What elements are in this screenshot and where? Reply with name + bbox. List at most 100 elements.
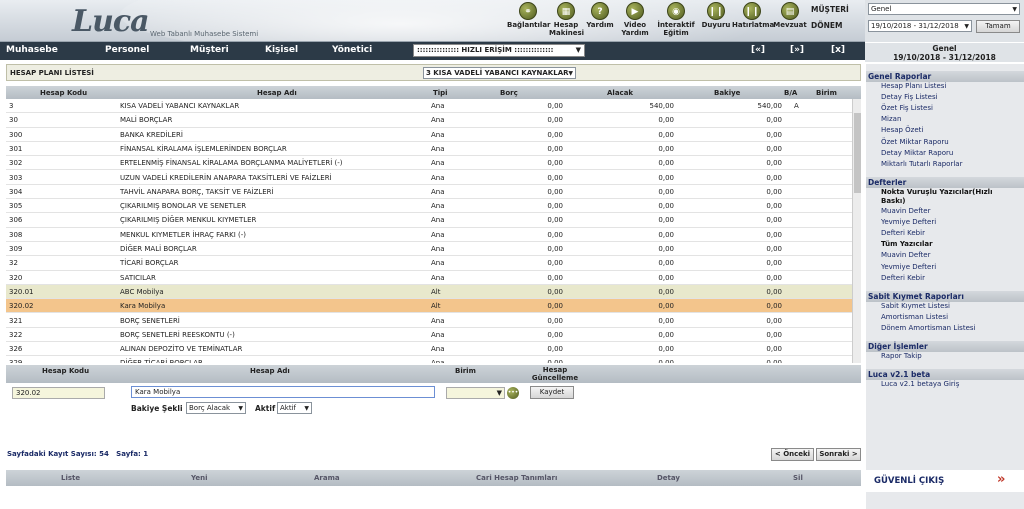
- table-cell: 0,00: [766, 202, 782, 211]
- previous-page-button[interactable]: < Önceki: [771, 448, 814, 461]
- tool-hatirlatma[interactable]: ❙❙ Hatırlatma: [732, 2, 774, 29]
- table-row[interactable]: 306 ÇIKARILMIŞ DİĞER MENKUL KIYMETLER Ana 0…: [6, 213, 852, 228]
- tool-duyuru[interactable]: ❙❙ Duyuru: [700, 2, 732, 29]
- tab-liste[interactable]: Liste: [61, 474, 80, 482]
- table-row[interactable]: 32 TİCARİ BORÇLAR Ana 0,00 0,00 0,00: [6, 256, 852, 271]
- table-cell: Ana: [431, 102, 445, 110]
- table-row[interactable]: 302 ERTELENMİŞ FİNANSAL KİRALAMA BORÇLANM…: [6, 156, 852, 171]
- table-row[interactable]: 304 TAHVİL ANAPARA BORÇ, TAKSİT VE FAİZLE…: [6, 185, 852, 200]
- tool-interaktif-egitim[interactable]: ◉ İnteraktif Eğitim: [655, 2, 697, 37]
- collapse-left-button[interactable]: [«]: [751, 45, 765, 55]
- table-cell: 0,00: [766, 216, 782, 225]
- table-row[interactable]: 309 DİĞER MALİ BORÇLAR Ana 0,00 0,00 0,00: [6, 242, 852, 257]
- table-cell: 0,00: [547, 287, 563, 296]
- sidebar-item-sabit-kiymet-listesi[interactable]: Sabit Kıymet Listesi: [881, 302, 950, 310]
- collapse-right-button[interactable]: [»]: [790, 45, 804, 55]
- sidebar-item-hesap-ozeti[interactable]: Hesap Özeti: [881, 126, 923, 134]
- col-bakiye[interactable]: Bakiye: [714, 89, 740, 97]
- next-page-button[interactable]: Sonraki >: [816, 448, 861, 461]
- bakiye-sekli-select[interactable]: Borç Alacak ▼: [186, 402, 246, 414]
- nav-kisisel[interactable]: Kişisel: [265, 45, 298, 55]
- tab-arama[interactable]: Arama: [314, 474, 340, 482]
- hesap-adi-input[interactable]: Kara Mobilya: [131, 386, 435, 398]
- table-row[interactable]: 3 KISA VADELİ YABANCI KAYNAKLAR Ana 0,00 540…: [6, 99, 852, 114]
- tab-sil[interactable]: Sil: [793, 474, 803, 482]
- table-row[interactable]: 303 UZUN VADELİ KREDİLERİN ANAPARA TAKSİT…: [6, 171, 852, 185]
- sidebar-item-detay-miktar[interactable]: Detay Miktar Raporu: [881, 149, 953, 157]
- col-birim[interactable]: Birim: [816, 89, 837, 97]
- sidebar-item-amortisman[interactable]: Amortisman Listesi: [881, 313, 948, 321]
- quick-access-select[interactable]: ::::::::::::::: HIZLI ERİŞİM :::::::::::…: [413, 44, 585, 57]
- secure-exit[interactable]: GÜVENLİ ÇIKIŞ »: [866, 470, 1024, 492]
- tool-baglantilar[interactable]: ⚭ Bağlantılar: [507, 2, 551, 29]
- aktif-select[interactable]: Aktif ▼: [277, 402, 312, 414]
- table-row[interactable]: 320.02 Kara Mobilya Alt 0,00 0,00 0,00: [6, 299, 852, 314]
- nav-personel[interactable]: Personel: [105, 45, 149, 55]
- tamam-button[interactable]: Tamam: [976, 20, 1020, 33]
- table-cell: FİNANSAL KİRALAMA İŞLEMLERİNDEN BORÇLAR: [120, 144, 287, 153]
- sidebar-item-miktarli-tutarli[interactable]: Miktarlı Tutarlı Raporlar: [881, 160, 962, 168]
- table-row[interactable]: 308 MENKUL KIYMETLER İHRAÇ FARKI (-) Ana 0,…: [6, 228, 852, 242]
- nav-muhasebe[interactable]: Muhasebe: [6, 45, 58, 55]
- sidebar-defterler: Defterler: [866, 177, 1024, 188]
- sidebar-item-detay-fis[interactable]: Detay Fiş Listesi: [881, 93, 938, 101]
- kaydet-button[interactable]: Kaydet: [530, 386, 574, 399]
- col-tipi[interactable]: Tipi: [433, 89, 448, 97]
- table-cell: 30: [9, 116, 18, 125]
- table-row[interactable]: 320 SATICILAR Ana 0,00 0,00 0,00: [6, 271, 852, 285]
- close-button[interactable]: [x]: [831, 45, 845, 55]
- table-cell: 0,00: [658, 202, 674, 211]
- sidebar-genel-raporlar: Genel Raporlar: [866, 71, 1024, 82]
- table-row[interactable]: 30 MALİ BORÇLAR Ana 0,00 0,00 0,00: [6, 113, 852, 128]
- table-cell: 0,00: [547, 173, 563, 182]
- table-scrollbar[interactable]: [852, 99, 861, 363]
- table-row[interactable]: 326 ALINAN DEPOZİTO VE TEMİNATLAR Ana 0,00 0…: [6, 342, 852, 357]
- table-row[interactable]: 301 FİNANSAL KİRALAMA İŞLEMLERİNDEN BORÇL…: [6, 142, 852, 157]
- table-row[interactable]: 322 BORÇ SENETLERİ REESKONTU (-) Ana 0,00 0,…: [6, 328, 852, 343]
- hesap-kodu-input[interactable]: 320.02: [12, 387, 105, 399]
- sidebar-item-muavin-1[interactable]: Muavin Defter: [881, 207, 930, 215]
- account-group-select[interactable]: 3 KISA VADELİ YABANCI KAYNAKLAR ▼: [423, 67, 576, 79]
- donem-select[interactable]: 19/10/2018 - 31/12/2018 ▼: [868, 20, 972, 32]
- sidebar-item-yevmiye-1[interactable]: Yevmiye Defteri: [881, 218, 936, 226]
- table-cell: 3: [9, 102, 14, 110]
- tool-video-yardim[interactable]: ▶ Video Yardım: [618, 2, 652, 37]
- sidebar-item-mizan[interactable]: Mizan: [881, 115, 901, 123]
- sidebar-item-luca-beta-giris[interactable]: Luca v2.1 betaya Giriş: [881, 380, 959, 388]
- tool-yardim[interactable]: ? Yardım: [585, 2, 615, 29]
- tab-yeni[interactable]: Yeni: [191, 474, 208, 482]
- nav-musteri[interactable]: Müşteri: [190, 45, 229, 55]
- table-row[interactable]: 329 DİĞER TİCARİ BORÇLAR Ana 0,00 0,00 0,00: [6, 356, 852, 363]
- table-row[interactable]: 321 BORÇ SENETLERİ Ana 0,00 0,00 0,00: [6, 314, 852, 328]
- sidebar-item-ozet-miktar[interactable]: Özet Miktar Raporu: [881, 138, 949, 146]
- musteri-select[interactable]: Genel ▼: [868, 3, 1020, 15]
- sidebar-item-yevmiye-2[interactable]: Yevmiye Defteri: [881, 263, 936, 271]
- sidebar-item-rapor-takip[interactable]: Rapor Takip: [881, 352, 922, 360]
- sidebar-item-muavin-2[interactable]: Muavin Defter: [881, 251, 930, 259]
- table-row[interactable]: 320.01 ABC Mobilya Alt 0,00 0,00 0,00: [6, 284, 852, 300]
- nav-yonetici[interactable]: Yönetici: [332, 45, 372, 55]
- sidebar-nokta-vuruslu: Nokta Vuruşlu Yazıcılar(Hızlı Baskı): [881, 188, 993, 205]
- col-ba[interactable]: B/A: [784, 89, 797, 97]
- tool-hesap-makinesi[interactable]: ▦ Hesap Makinesi: [549, 2, 584, 37]
- table-row[interactable]: 300 BANKA KREDİLERİ Ana 0,00 0,00 0,00: [6, 128, 852, 142]
- col-hesap-kodu[interactable]: Hesap Kodu: [40, 89, 87, 97]
- sidebar-item-donem-amortisman[interactable]: Dönem Amortisman Listesi: [881, 324, 975, 332]
- tool-mevzuat[interactable]: ▤ Mevzuat: [772, 2, 808, 29]
- scrollbar-thumb[interactable]: [854, 113, 861, 193]
- tab-detay[interactable]: Detay: [657, 474, 680, 482]
- table-row[interactable]: 305 ÇIKARILMIŞ BONOLAR VE SENETLER Ana 0,00…: [6, 199, 852, 214]
- col-alacak[interactable]: Alacak: [607, 89, 633, 97]
- sidebar-item-hesap-plani[interactable]: Hesap Planı Listesi: [881, 82, 946, 90]
- sidebar-item-kebir-1[interactable]: Defteri Kebir: [881, 229, 925, 237]
- sidebar-item-ozet-fis[interactable]: Özet Fiş Listesi: [881, 104, 933, 112]
- col-hesap-adi[interactable]: Hesap Adı: [257, 89, 297, 97]
- tab-cari-hesap-tanimlari[interactable]: Cari Hesap Tanımları: [476, 474, 557, 482]
- table-cell: 0,00: [547, 216, 563, 225]
- col-borc[interactable]: Borç: [500, 89, 518, 97]
- table-cell: 540,00: [757, 102, 783, 110]
- birim-lookup-icon[interactable]: •••: [507, 387, 519, 399]
- table-cell: ÇIKARILMIŞ DİĞER MENKUL KIYMETLER: [120, 216, 257, 225]
- birim-select[interactable]: ▼: [446, 387, 505, 399]
- sidebar-item-kebir-2[interactable]: Defteri Kebir: [881, 274, 925, 282]
